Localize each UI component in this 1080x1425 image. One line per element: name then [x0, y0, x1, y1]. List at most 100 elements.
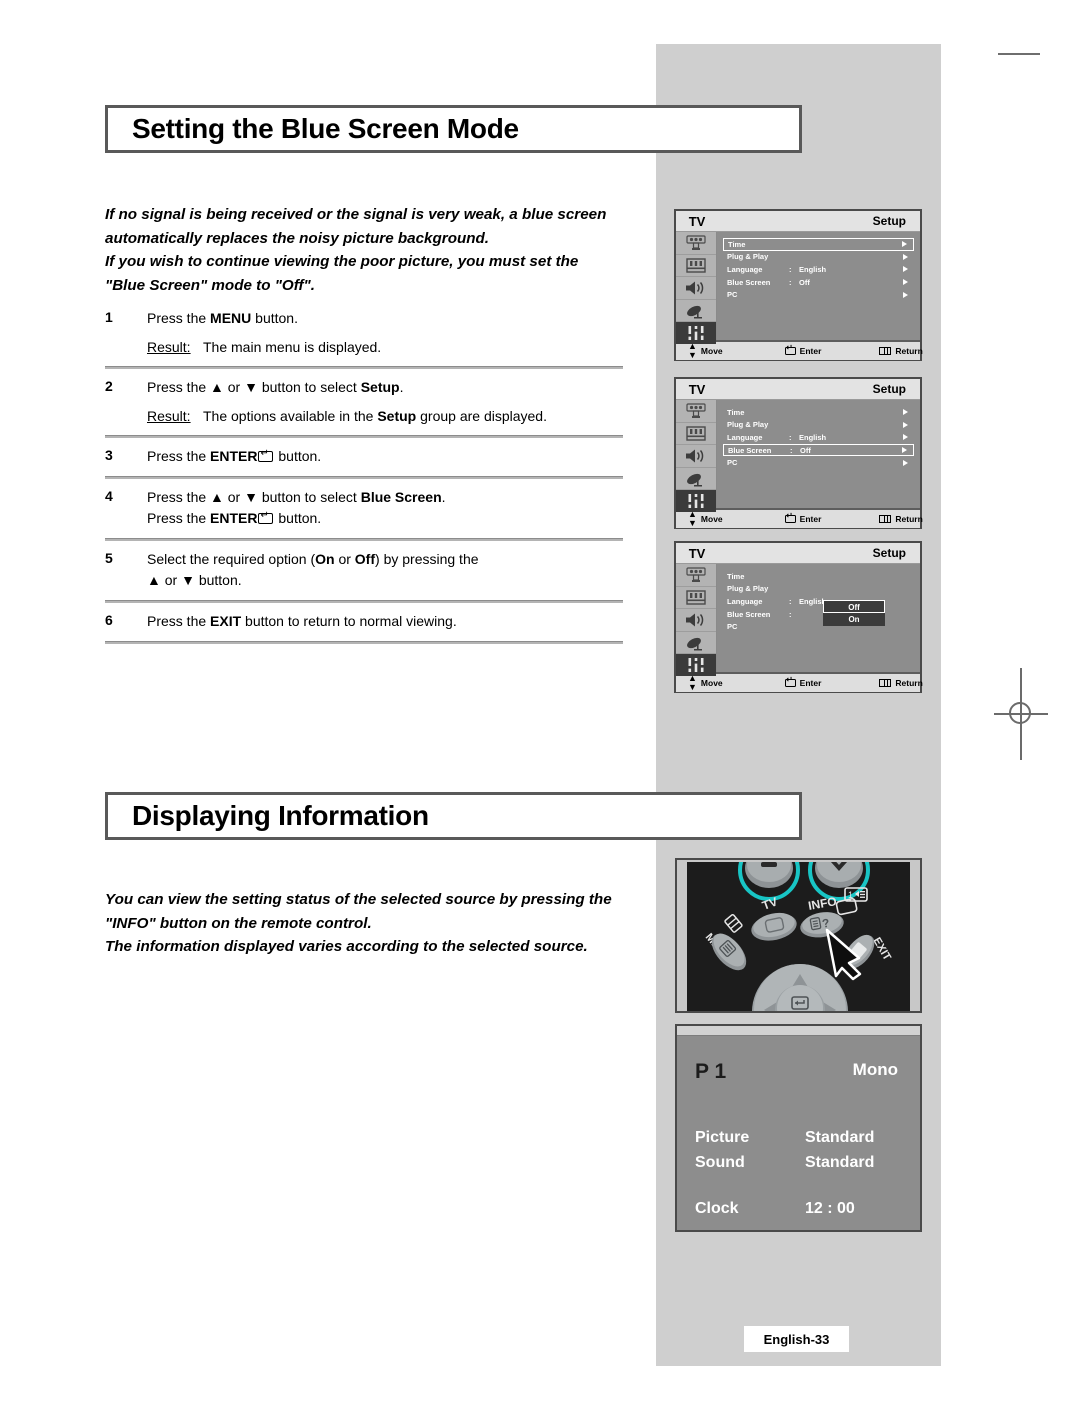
intro-paragraph-displaying-information: You can view the setting status of the s…	[105, 888, 645, 959]
osd-menu-item-time[interactable]: Time	[723, 238, 914, 251]
enter-key-icon	[258, 448, 274, 462]
speaker-icon[interactable]	[676, 277, 716, 300]
osd-source-label: TV	[688, 213, 706, 229]
enter-key-icon	[784, 512, 796, 523]
crop-mark-icon	[998, 53, 1040, 55]
intro-line: automatically replaces the noisy picture…	[105, 229, 490, 247]
satellite-dish-icon[interactable]	[676, 300, 716, 323]
info-osd-screenshot: P 1 Mono Picture Standard Sound Standard…	[675, 1024, 922, 1232]
divider	[105, 641, 623, 644]
step-instruction: Press the EXIT button to return to norma…	[147, 613, 457, 629]
osd-menu-item-pc[interactable]: PC	[717, 456, 920, 469]
picture-icon[interactable]	[676, 232, 716, 255]
pointer-arrow-icon	[825, 928, 862, 981]
osd-group-label: Setup	[872, 214, 906, 228]
minus-icon	[761, 862, 777, 867]
satellite-dish-icon[interactable]	[676, 468, 716, 491]
dropdown-option-off[interactable]: Off	[823, 600, 885, 613]
osd-menu-item-time[interactable]: Time	[717, 406, 920, 419]
dropdown-option-on[interactable]: On	[823, 613, 885, 626]
picture-icon[interactable]	[676, 400, 716, 423]
enter-key-icon	[784, 344, 796, 355]
osd-menu-item-plug-and-play[interactable]: Plug & Play	[717, 583, 920, 596]
picture-icon[interactable]	[676, 564, 716, 587]
channel-bars-icon[interactable]	[676, 423, 716, 446]
osd-menu-item-language[interactable]: Language: English	[717, 263, 920, 276]
page-title-blue-screen: Setting the Blue Screen Mode	[132, 113, 519, 144]
speaker-icon[interactable]	[676, 445, 716, 468]
chevron-right-icon	[903, 434, 908, 441]
osd-hint-return: Return	[879, 678, 923, 688]
osd-menu-item-language[interactable]: Language: English	[717, 595, 920, 608]
osd-menu-list: Time Plug & Play Language: English Blue S…	[717, 564, 920, 672]
step-instruction: Select the required option (On or Off) b…	[147, 551, 479, 567]
satellite-dish-icon[interactable]	[676, 632, 716, 655]
intro-line: The information displayed varies accordi…	[105, 938, 588, 955]
osd-menu-item-plug-and-play[interactable]: Plug & Play	[717, 251, 920, 264]
channel-bars-icon[interactable]	[676, 587, 716, 610]
info-programme-number: P 1	[695, 1060, 727, 1083]
osd-icon-sidebar	[676, 400, 717, 512]
osd-hint-return: Return	[879, 346, 923, 356]
osd-menu-item-pc[interactable]: PC	[717, 620, 920, 633]
section-title-box-blue-screen: Setting the Blue Screen Mode	[105, 105, 802, 153]
chevron-right-icon	[903, 266, 908, 273]
chevron-right-icon	[903, 421, 908, 428]
up-down-arrows-icon: ▲ ▼	[688, 341, 697, 360]
channel-bars-icon[interactable]	[676, 255, 716, 278]
chevron-right-icon	[903, 459, 908, 466]
osd-hint-move: ▲ ▼ Move	[688, 341, 723, 360]
remote-control-illustration: 1 TV INFO ? EXIT	[675, 858, 922, 1013]
osd-menu-item-language[interactable]: Language: English	[717, 431, 920, 444]
step-row: 3 Press the ENTER button.	[105, 438, 623, 476]
osd-screenshot-setup-blue-screen-highlighted: TV Setup Time Plug & Play Language: Eng…	[674, 377, 923, 529]
osd-hint-bar: ▲▼Move Enter Return	[676, 508, 923, 528]
osd-group-label: Setup	[872, 382, 906, 396]
step-number: 6	[105, 612, 113, 628]
info-row-label-picture: Picture	[695, 1129, 750, 1146]
osd-icon-sidebar	[676, 232, 717, 344]
osd-source-label: TV	[688, 545, 706, 561]
chevron-right-icon	[903, 291, 908, 298]
osd-menu-item-time[interactable]: Time	[717, 570, 920, 583]
osd-hint-bar: ▲▼Move Enter Return	[676, 672, 923, 692]
step-instruction: Press the ▲ or ▼ button to select Setup.	[147, 379, 404, 395]
osd-menu-item-pc[interactable]: PC	[717, 288, 920, 301]
osd-icon-sidebar	[676, 564, 717, 676]
step-instruction: Press the ▲ or ▼ button to select Blue S…	[147, 489, 446, 505]
osd-menu-item-plug-and-play[interactable]: Plug & Play	[717, 419, 920, 432]
step-number: 2	[105, 378, 113, 394]
step-number: 1	[105, 309, 113, 325]
result-text: The main menu is displayed.	[203, 339, 382, 355]
intro-line: If you wish to continue viewing the poor…	[105, 253, 579, 270]
osd-menu-item-blue-screen[interactable]: Blue Screen: Off	[723, 443, 914, 457]
osd-menu-item-blue-screen[interactable]: Blue Screen:	[717, 608, 920, 621]
info-sound-mode: Mono	[852, 1060, 898, 1079]
info-osd-topbar	[677, 1026, 920, 1036]
osd-hint-move: ▲ ▼ Move	[688, 509, 723, 528]
osd-hint-return: Return	[879, 514, 923, 524]
osd-title-bar: TV Setup	[676, 211, 920, 232]
osd-menu-list: Time Plug & Play Language: English Blue S…	[717, 232, 920, 340]
info-button-label: INFO	[807, 894, 838, 913]
osd-screenshot-setup-time-highlighted: TV Setup Time Plug & Play Language: Eng…	[674, 209, 923, 361]
osd-hint-enter: Enter	[784, 512, 821, 524]
intro-line: "Blue Screen" mode to "Off".	[105, 276, 315, 294]
info-row-label-sound: Sound	[695, 1154, 745, 1171]
chevron-right-icon	[903, 253, 908, 260]
step-row: 2 Press the ▲ or ▼ button to select Setu…	[105, 369, 623, 435]
osd-menu-list: Time Plug & Play Language: English Blue S…	[717, 400, 920, 508]
result-label: Result:	[147, 408, 191, 424]
intro-paragraph-blue-screen: If no signal is being received or the si…	[105, 203, 645, 297]
step-row: 4 Press the ▲ or ▼ button to select Blue…	[105, 479, 623, 538]
osd-title-bar: TV Setup	[676, 543, 920, 564]
info-row-label-clock: Clock	[695, 1200, 739, 1217]
osd-menu-item-blue-screen[interactable]: Blue Screen: Off	[717, 276, 920, 289]
intro-line: You can view the setting status of the s…	[105, 891, 612, 908]
osd-hint-enter: Enter	[784, 676, 821, 688]
up-down-arrows-icon: ▲ ▼	[688, 673, 697, 692]
osd-source-label: TV	[688, 381, 706, 397]
speaker-icon[interactable]	[676, 609, 716, 632]
section-title-box-displaying-information: Displaying Information	[105, 792, 802, 840]
chevron-right-icon	[902, 447, 907, 454]
